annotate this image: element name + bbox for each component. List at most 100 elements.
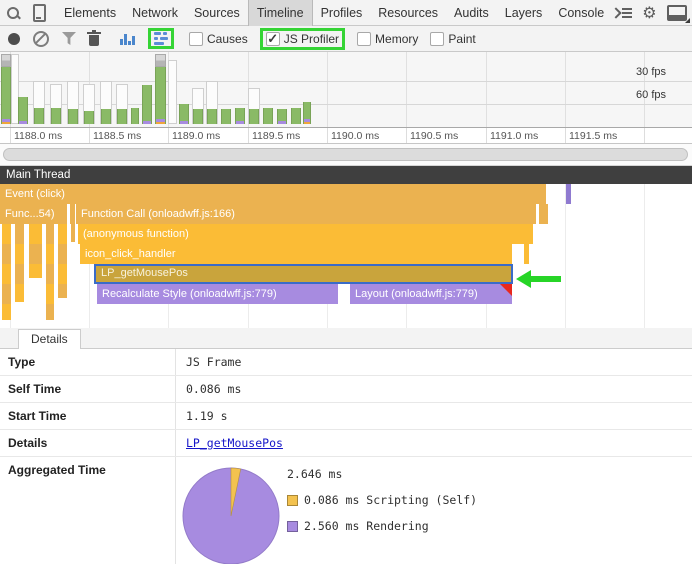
ruler-tick: [327, 128, 328, 143]
ruler-tick: [406, 128, 407, 143]
ruler-tick: [644, 128, 645, 143]
dock-side-icon[interactable]: [667, 5, 687, 21]
flame-call-stripe[interactable]: [58, 224, 67, 298]
fps-frame-bar: [51, 108, 61, 124]
search-icon[interactable]: [0, 1, 26, 25]
pie-total: 2.646 ms: [287, 467, 477, 481]
flame-bar-func-54[interactable]: Func...54): [0, 204, 67, 224]
fps-rendering-segment: [278, 121, 286, 124]
flame-view-icon[interactable]: [154, 32, 168, 45]
tab-layers[interactable]: Layers: [497, 0, 551, 26]
flame-gridline: [644, 184, 645, 328]
clear-icon[interactable]: [33, 31, 49, 47]
flame-bar-tick[interactable]: [543, 204, 548, 224]
menu-lines-icon: [622, 8, 632, 18]
flame-bar-tick[interactable]: [566, 184, 571, 204]
checkbox-js-profiler[interactable]: ✓JS Profiler: [260, 28, 345, 50]
horizontal-scrollbar[interactable]: [3, 148, 688, 161]
details-row-value: LP_getMousePos: [175, 430, 692, 456]
fps-frame-bar: [193, 109, 203, 124]
tab-profiles[interactable]: Profiles: [313, 0, 371, 26]
flame-gridline: [565, 184, 566, 328]
ruler-label: 1190.0 ms: [331, 130, 379, 142]
fps-frame-bar: [142, 85, 152, 124]
details-link[interactable]: LP_getMousePos: [186, 436, 283, 450]
settings-gear-icon[interactable]: ⚙: [642, 5, 656, 21]
flame-call-stripe[interactable]: [15, 224, 24, 302]
checkbox-label: Paint: [448, 32, 475, 46]
details-row-value: 1.19 s: [175, 403, 692, 429]
checkbox-box-js-profiler[interactable]: ✓: [266, 32, 280, 46]
device-toolbar-icon[interactable]: [26, 1, 52, 25]
fps-frame-bar: [207, 109, 217, 124]
flame-bar-layout-onloadwff-js-779[interactable]: Layout (onloadwff.js:779): [350, 284, 512, 304]
flame-call-stripe[interactable]: [46, 224, 54, 320]
flame-bar-anonymous-function[interactable]: (anonymous function): [78, 224, 533, 244]
fps-idle-cap: [1, 54, 11, 67]
filter-icon[interactable]: [62, 32, 76, 45]
fps-frame-bar: [84, 111, 94, 124]
checkbox-box-memory[interactable]: [357, 32, 371, 46]
checkbox-causes[interactable]: Causes: [189, 32, 248, 46]
fps-overview-chart[interactable]: 30 fps60 fps: [0, 52, 692, 128]
ruler-label: 1188.0 ms: [14, 130, 62, 142]
pie-legend-swatch: [287, 495, 298, 506]
frames-chart-icon[interactable]: [120, 33, 135, 45]
console-drawer-icon[interactable]: [612, 8, 632, 18]
tab-timeline[interactable]: Timeline: [248, 0, 313, 26]
fps-gridline: [406, 52, 407, 128]
tabbar-right-icons: ⚙ ×: [612, 0, 692, 26]
panel-tabs: ElementsNetworkSourcesTimelineProfilesRe…: [56, 0, 612, 26]
flame-call-stripe[interactable]: [29, 224, 42, 278]
fps-frame-bar: [303, 102, 311, 124]
tab-elements[interactable]: Elements: [56, 0, 124, 26]
pie-legend-swatch: [287, 521, 298, 532]
details-row-label: Type: [0, 349, 175, 375]
checkbox-paint[interactable]: Paint: [430, 32, 475, 46]
devtools-tabbar: ElementsNetworkSourcesTimelineProfilesRe…: [0, 0, 692, 26]
flame-bar-lp-getmousepos[interactable]: LP_getMousePos: [94, 264, 513, 284]
checkbox-memory[interactable]: Memory: [357, 32, 418, 46]
flame-bar-event-click[interactable]: Event (click): [0, 184, 546, 204]
tab-network[interactable]: Network: [124, 0, 186, 26]
search-icon-glyph: [6, 6, 20, 20]
ruler-label: 1190.5 ms: [410, 130, 458, 142]
checkbox-box-paint[interactable]: [430, 32, 444, 46]
details-row-details: DetailsLP_getMousePos: [0, 430, 692, 457]
pie-legend-item: 2.560 ms Rendering: [287, 519, 477, 533]
flame-bar-tick[interactable]: [524, 244, 529, 264]
pie-legend: 2.646 ms 0.086 ms Scripting (Self)2.560 …: [287, 467, 477, 564]
flame-call-stripe[interactable]: [2, 224, 11, 320]
flame-call-stripe[interactable]: [71, 224, 75, 242]
details-row-value: 0.086 ms: [175, 376, 692, 402]
fps-rendering-segment: [180, 121, 188, 124]
fps-scripting-segment: [156, 122, 165, 124]
fps-frame-bar: [249, 109, 259, 124]
record-icon[interactable]: [8, 33, 20, 45]
trash-icon[interactable]: [89, 35, 99, 46]
tab-details[interactable]: Details: [18, 329, 81, 349]
details-pane: Details TypeJS FrameSelf Time0.086 msSta…: [0, 328, 692, 564]
scrollbar-strip: [0, 144, 692, 166]
main-thread-header[interactable]: Main Thread: [0, 166, 692, 184]
chevron-icon: [611, 7, 622, 18]
flame-chart[interactable]: Main Thread Event (click)Func...54) Funct…: [0, 166, 692, 328]
ruler-label: 1189.0 ms: [172, 130, 220, 142]
tab-sources[interactable]: Sources: [186, 0, 248, 26]
fps-frame-bar: [221, 109, 231, 124]
checkbox-label: Causes: [207, 32, 248, 46]
flame-bar-recalculate-style-onloadwff-js-779[interactable]: Recalculate Style (onloadwff.js:779): [97, 284, 338, 304]
tab-audits[interactable]: Audits: [446, 0, 497, 26]
flame-bar-function-call-onloadwff-js-166[interactable]: Function Call (onloadwff.js:166): [76, 204, 536, 224]
tab-console[interactable]: Console: [550, 0, 612, 26]
checkbox-label: Memory: [375, 32, 418, 46]
flame-bar-icon-click-handler[interactable]: icon_click_handler: [80, 244, 512, 264]
ruler-tick: [248, 128, 249, 143]
checkbox-box-causes[interactable]: [189, 32, 203, 46]
devtools-window: ElementsNetworkSourcesTimelineProfilesRe…: [0, 0, 692, 564]
fps-rendering-segment: [143, 121, 151, 124]
fps-rendering-segment: [236, 121, 244, 124]
flame-bar-tick[interactable]: [70, 204, 75, 224]
fps-idle-cap: [155, 54, 166, 67]
tab-resources[interactable]: Resources: [370, 0, 446, 26]
